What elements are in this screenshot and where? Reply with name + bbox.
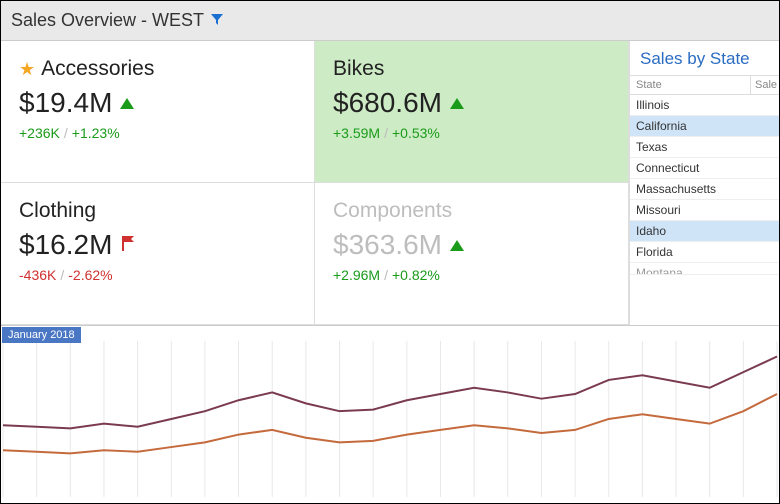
- star-icon: ★: [19, 59, 35, 80]
- card-components[interactable]: Components $363.6M +2.96M/+0.82%: [315, 183, 629, 325]
- state-row[interactable]: Idaho: [630, 221, 779, 242]
- sales-by-state-panel: Sales by State State Sale IllinoisCalifo…: [629, 41, 779, 325]
- col-sale[interactable]: Sale: [751, 76, 779, 94]
- card-deltas: +2.96M/+0.82%: [333, 267, 610, 283]
- state-row[interactable]: Massachusetts: [630, 179, 779, 200]
- trend-chart[interactable]: January 2018: [1, 325, 779, 503]
- card-value: $16.2M: [19, 229, 112, 261]
- trend-up-icon: [450, 240, 464, 251]
- delta-abs: +3.59M: [333, 125, 380, 141]
- kpi-cards-grid: ★ Accessories $19.4M +236K/+1.23% Bikes …: [1, 41, 629, 325]
- state-row[interactable]: Missouri: [630, 200, 779, 221]
- delta-abs: +236K: [19, 125, 60, 141]
- filter-icon[interactable]: [210, 10, 224, 31]
- card-title: Accessories: [41, 57, 154, 81]
- chart-x-label-badge: January 2018: [2, 327, 81, 343]
- card-title: Clothing: [19, 199, 96, 223]
- state-row[interactable]: Montana: [630, 263, 779, 275]
- delta-pct: +1.23%: [72, 125, 120, 141]
- flag-icon: [120, 234, 138, 257]
- state-row[interactable]: Connecticut: [630, 158, 779, 179]
- page-title: Sales Overview - WEST: [11, 10, 204, 31]
- delta-pct: -2.62%: [68, 267, 112, 283]
- side-columns: State Sale: [630, 75, 779, 95]
- state-list: IllinoisCaliforniaTexasConnecticutMassac…: [630, 95, 779, 325]
- card-deltas: +3.59M/+0.53%: [333, 125, 610, 141]
- card-accessories[interactable]: ★ Accessories $19.4M +236K/+1.23%: [1, 41, 315, 183]
- card-title: Components: [333, 199, 452, 223]
- state-row[interactable]: California: [630, 116, 779, 137]
- card-clothing[interactable]: Clothing $16.2M -436K/-2.62%: [1, 183, 315, 325]
- state-row[interactable]: Florida: [630, 242, 779, 263]
- delta-abs: -436K: [19, 267, 56, 283]
- delta-pct: +0.82%: [392, 267, 440, 283]
- side-title: Sales by State: [630, 41, 779, 75]
- delta-pct: +0.53%: [392, 125, 440, 141]
- card-deltas: -436K/-2.62%: [19, 267, 296, 283]
- card-bikes[interactable]: Bikes $680.6M +3.59M/+0.53%: [315, 41, 629, 183]
- delta-abs: +2.96M: [333, 267, 380, 283]
- page-title-bar: Sales Overview - WEST: [1, 1, 779, 41]
- trend-up-icon: [120, 98, 134, 109]
- card-title: Bikes: [333, 57, 384, 81]
- trend-up-icon: [450, 98, 464, 109]
- card-deltas: +236K/+1.23%: [19, 125, 296, 141]
- card-value: $19.4M: [19, 87, 112, 119]
- card-value: $363.6M: [333, 229, 442, 261]
- state-row[interactable]: Illinois: [630, 95, 779, 116]
- card-value: $680.6M: [333, 87, 442, 119]
- state-row[interactable]: Texas: [630, 137, 779, 158]
- col-state[interactable]: State: [630, 76, 751, 94]
